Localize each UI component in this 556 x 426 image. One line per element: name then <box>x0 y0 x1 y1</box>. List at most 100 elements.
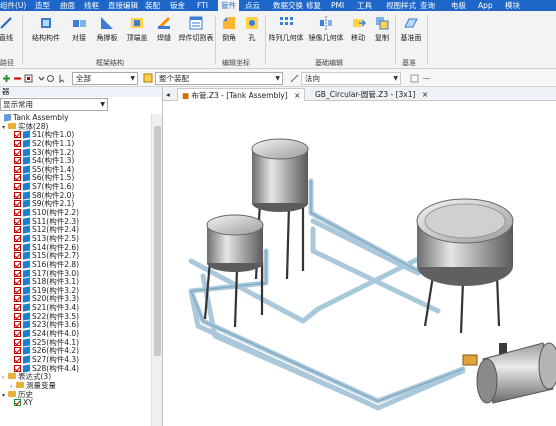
line-button[interactable]: 直线 <box>0 13 18 57</box>
menu-tab-18[interactable]: 模块 <box>505 0 520 11</box>
checkbox-icon[interactable] <box>14 139 21 147</box>
3d-viewport[interactable] <box>163 101 556 426</box>
checkbox-icon[interactable] <box>14 330 21 338</box>
display-filter-select[interactable]: 显示常用 ▼ <box>0 98 108 111</box>
menu-tab-9[interactable]: 点云 <box>245 0 260 11</box>
checkbox-icon[interactable] <box>14 312 21 320</box>
circle-select-icon[interactable] <box>46 74 55 83</box>
solid-body-icon <box>23 130 30 139</box>
checkbox-icon[interactable] <box>14 174 21 182</box>
menu-tab-3[interactable]: 线框 <box>84 0 99 11</box>
tree-entities-folder[interactable]: ▾ 实体(28) <box>0 122 151 132</box>
menu-tab-6[interactable]: 钣金 <box>170 0 185 11</box>
checkbox-icon[interactable] <box>14 157 21 165</box>
menu-tab-1[interactable]: 造型 <box>35 0 50 11</box>
menu-tab-13[interactable]: 工具 <box>357 0 372 11</box>
tab-scroll-left[interactable]: ◂ <box>165 88 175 101</box>
tank-3[interactable] <box>416 198 514 334</box>
menu-tab-11[interactable]: 修复 <box>306 0 321 11</box>
pick-icon[interactable] <box>422 74 431 83</box>
tree-part-item[interactable]: S8(构件2.0) <box>0 191 151 201</box>
end-cap-button[interactable]: 顶端盖 <box>122 13 152 57</box>
pattern-geometry-button[interactable]: 阵列几何体 <box>266 13 306 57</box>
checkbox-icon[interactable] <box>14 355 21 363</box>
chevron-down-icon[interactable] <box>37 74 46 83</box>
tree-history-item[interactable]: XY <box>0 398 151 408</box>
menu-tab-5[interactable]: 装配 <box>145 0 160 11</box>
filter-select[interactable]: 全部 ▼ <box>72 72 138 85</box>
menu-tab-4[interactable]: 直接编辑 <box>108 0 138 11</box>
tab-tank-assembly[interactable]: ■ 布管.Z3 - [Tank Assembly] × <box>177 88 306 101</box>
checkbox-icon[interactable] <box>14 252 21 260</box>
menu-tab-14[interactable]: 视图样式 <box>386 0 416 11</box>
menu-tab-15[interactable]: 查询 <box>420 0 435 11</box>
add-icon[interactable] <box>2 74 11 83</box>
structure-member-icon <box>38 15 54 31</box>
move-button[interactable]: 移动 <box>346 13 370 57</box>
checkbox-icon[interactable] <box>14 364 21 372</box>
checkbox-icon[interactable] <box>14 338 21 346</box>
menu-tab-7[interactable]: FTI <box>197 0 208 11</box>
butt-joint-button[interactable]: 对接 <box>64 13 94 57</box>
cursor-icon[interactable] <box>58 74 67 84</box>
tab-circular-tube[interactable]: GB_Circular-圆管.Z3 - [3x1] × <box>311 88 432 101</box>
checkbox-icon[interactable] <box>14 243 21 251</box>
weld-cutlist-button[interactable]: 焊件切割表 <box>176 13 216 57</box>
scrollbar-thumb[interactable] <box>154 126 161 356</box>
tree-part-item[interactable]: S2(构件1.1) <box>0 139 151 149</box>
checkbox-icon[interactable] <box>14 321 21 329</box>
gusset-button[interactable]: 角撑板 <box>92 13 122 57</box>
structure-member-button[interactable]: 结构构件 <box>26 13 66 57</box>
tree-part-item[interactable]: S5(构件1.4) <box>0 165 151 175</box>
tree-part-item[interactable]: S1(构件1.0) <box>0 130 151 140</box>
solid-body-icon <box>23 199 30 209</box>
checkbox-icon[interactable] <box>14 191 21 199</box>
checkbox-icon[interactable] <box>14 399 21 407</box>
checkbox-icon[interactable] <box>14 269 21 277</box>
checkbox-icon[interactable] <box>14 226 21 234</box>
checkbox-icon[interactable] <box>14 165 21 173</box>
tree-expressions-folder[interactable]: › 表达式(3) <box>0 372 151 382</box>
assembly-select[interactable]: 整个装配 ▼ <box>155 72 283 85</box>
checkbox-icon[interactable] <box>14 131 21 139</box>
menu-tab-12[interactable]: PMI <box>331 0 344 11</box>
snap-icon[interactable] <box>410 74 419 83</box>
checkbox-icon[interactable] <box>14 286 21 294</box>
remove-icon[interactable] <box>13 74 22 83</box>
checkbox-icon[interactable] <box>14 148 21 156</box>
menu-tab-16[interactable]: 电极 <box>451 0 466 11</box>
menu-tab-0[interactable]: 组件(U) <box>0 0 26 11</box>
checkbox-icon[interactable] <box>14 209 21 217</box>
normal-select[interactable]: 法向 ▼ <box>301 72 401 85</box>
tank-assembly-model[interactable] <box>163 101 556 426</box>
checkbox-icon[interactable] <box>14 260 21 268</box>
menu-tab-2[interactable]: 曲面 <box>60 0 75 11</box>
close-icon[interactable]: × <box>422 90 428 99</box>
tree-part-item[interactable]: S4(构件1.3) <box>0 156 151 166</box>
mirror-geometry-button[interactable]: 镜像几何体 <box>306 13 346 57</box>
filter-icon[interactable] <box>24 74 33 83</box>
checkbox-icon[interactable] <box>14 347 21 355</box>
checkbox-icon[interactable] <box>14 217 21 225</box>
menu-tab-10[interactable]: 数据交换 <box>273 0 303 11</box>
hole-button[interactable]: 孔 <box>240 13 264 57</box>
tree-part-item[interactable]: S3(构件1.2) <box>0 148 151 158</box>
tank-4[interactable] <box>462 342 556 404</box>
checkbox-icon[interactable] <box>14 304 21 312</box>
menu-tab-17[interactable]: App <box>478 0 493 11</box>
checkbox-icon[interactable] <box>14 234 21 242</box>
close-icon[interactable]: × <box>294 91 300 100</box>
checkbox-icon[interactable] <box>14 278 21 286</box>
tree-part-item[interactable]: S7(构件1.6) <box>0 182 151 192</box>
weld-button[interactable]: 焊缝 <box>150 13 178 57</box>
solid-body-icon <box>23 346 30 355</box>
copy-button[interactable]: 复制 <box>370 13 394 57</box>
tree-part-item[interactable]: S6(构件1.5) <box>0 174 151 183</box>
checkbox-icon[interactable] <box>14 200 21 208</box>
checkbox-icon[interactable] <box>14 183 21 191</box>
checkbox-icon[interactable] <box>14 295 21 303</box>
menu-tab-8[interactable]: 管件 <box>218 0 239 11</box>
datum-plane-button[interactable]: 基准面 <box>396 13 426 57</box>
tree-scrollbar[interactable] <box>151 114 162 426</box>
chamfer-button[interactable]: 倒角 <box>216 13 242 57</box>
